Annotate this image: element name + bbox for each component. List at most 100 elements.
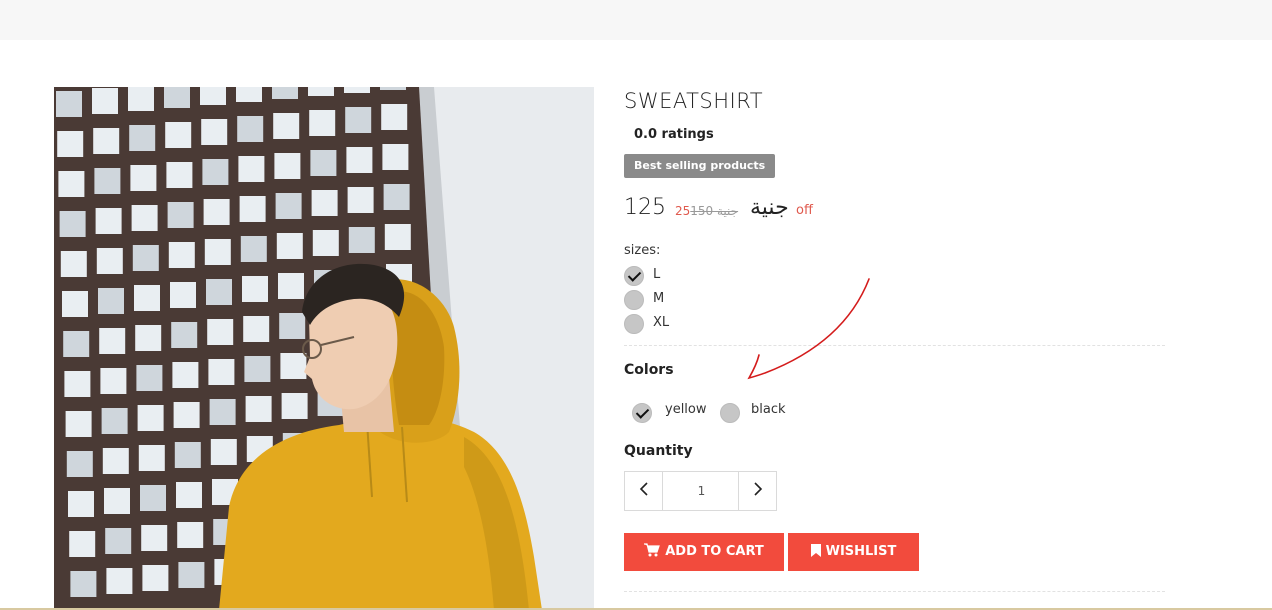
building-window: [242, 276, 268, 302]
building-window: [209, 399, 236, 425]
size-l-radio[interactable]: [624, 266, 644, 286]
building-window: [207, 319, 234, 345]
building-window: [206, 279, 232, 305]
building-window: [273, 113, 300, 139]
building-window: [104, 488, 130, 514]
building-window: [311, 190, 338, 216]
building-window: [130, 165, 157, 191]
best-selling-badge: Best selling products: [624, 154, 776, 178]
building-window: [278, 273, 304, 299]
current-price: 125: [624, 195, 666, 220]
building-window: [245, 396, 272, 422]
product-title: SWEATSHIRT: [624, 89, 764, 113]
top-bar: [0, 0, 1272, 40]
building-window: [92, 88, 118, 114]
building-window: [68, 491, 94, 517]
product-image[interactable]: [54, 87, 594, 610]
building-window: [171, 322, 198, 348]
building-window: [201, 119, 228, 145]
quantity-heading: Quantity: [624, 443, 693, 459]
building-window: [59, 211, 86, 237]
building-window: [380, 87, 406, 90]
building-window: [95, 208, 122, 234]
product-photo-illustration: [54, 87, 594, 610]
building-window: [166, 162, 193, 188]
building-window: [238, 156, 265, 182]
currency-label: جنية: [750, 195, 789, 220]
building-window: [203, 199, 230, 225]
rating-text: 0.0 ratings: [634, 127, 714, 142]
building-window: [243, 316, 270, 342]
building-window: [174, 442, 201, 468]
building-window: [93, 128, 120, 154]
building-window: [62, 291, 88, 317]
building-window: [70, 571, 97, 597]
building-window: [237, 116, 264, 142]
building-window: [132, 245, 159, 271]
building-window: [204, 239, 231, 265]
building-window: [345, 107, 372, 133]
building-window: [276, 233, 303, 259]
size-xl-radio[interactable]: [624, 314, 644, 334]
arrow-annotation-icon: [747, 278, 870, 380]
old-price: 25150 جنية: [675, 204, 738, 218]
building-window: [272, 87, 298, 99]
building-window: [57, 131, 84, 157]
size-m-radio[interactable]: [624, 290, 644, 310]
add-to-cart-button[interactable]: ADD TO CART: [624, 533, 784, 571]
color-yellow-radio[interactable]: [632, 403, 652, 423]
building-window: [176, 482, 202, 508]
building-window: [310, 150, 337, 176]
building-window: [58, 171, 85, 197]
building-window: [165, 122, 192, 148]
increment-button[interactable]: [738, 472, 776, 510]
building-window: [66, 451, 93, 477]
color-black-radio[interactable]: [720, 403, 740, 423]
building-window: [135, 325, 162, 351]
building-window: [164, 87, 190, 108]
wishlist-button[interactable]: WISHLIST: [788, 533, 919, 571]
building-window: [200, 87, 226, 105]
building-window: [274, 153, 301, 179]
size-xl-label: XL: [653, 315, 670, 330]
building-window: [106, 568, 133, 594]
building-window: [281, 393, 308, 419]
building-window: [63, 331, 90, 357]
wishlist-label: WISHLIST: [825, 544, 897, 559]
building-window: [129, 125, 156, 151]
building-window: [382, 144, 409, 170]
sizes-label: sizes:: [624, 243, 661, 258]
building-window: [101, 408, 128, 434]
building-window: [344, 87, 370, 93]
building-window: [141, 525, 168, 551]
building-window: [96, 248, 123, 274]
building-window: [172, 362, 199, 388]
building-window: [69, 531, 96, 557]
quantity-input[interactable]: [663, 472, 740, 510]
building-window: [308, 87, 334, 96]
building-window: [280, 353, 307, 379]
building-window: [134, 285, 160, 311]
building-window: [384, 224, 411, 250]
chevron-right-icon: [753, 482, 762, 496]
building-window: [98, 288, 124, 314]
building-window: [56, 91, 82, 117]
building-window: [178, 562, 205, 588]
colors-heading: Colors: [624, 362, 674, 378]
size-l-label: L: [653, 267, 661, 282]
building-window: [210, 439, 237, 465]
building-window: [244, 356, 271, 382]
size-m-label: M: [653, 291, 665, 306]
decrement-button[interactable]: [625, 472, 663, 510]
chevron-left-icon: [639, 482, 648, 496]
building-window: [381, 104, 408, 130]
quantity-stepper: [624, 471, 777, 511]
building-window: [279, 313, 306, 339]
building-window: [94, 168, 121, 194]
original-price: 150 جنية: [690, 204, 739, 218]
building-window: [138, 445, 165, 471]
building-window: [239, 196, 266, 222]
building-window: [312, 230, 339, 256]
building-window: [65, 411, 92, 437]
building-window: [170, 282, 196, 308]
